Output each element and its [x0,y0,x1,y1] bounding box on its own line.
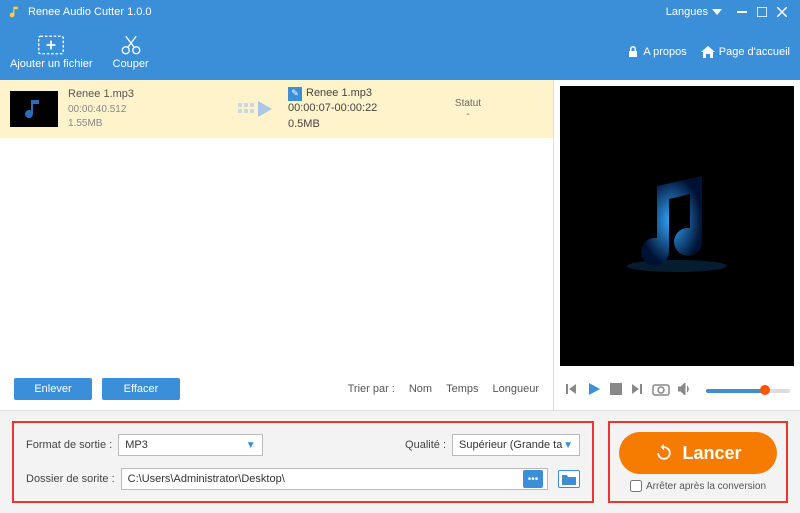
sort-time[interactable]: Temps [446,383,478,395]
status-header: Statut [438,98,498,109]
chevron-down-icon: ▼ [246,440,256,451]
bottom-panel: Format de sortie : MP3▼ Qualité : Supéri… [0,410,800,513]
clear-button[interactable]: Effacer [102,378,180,400]
sort-name[interactable]: Nom [409,383,432,395]
refresh-icon [654,443,674,463]
maximize-button[interactable] [752,2,772,22]
snapshot-button[interactable] [652,382,670,401]
preview-area [560,86,794,366]
file-thumbnail [10,91,58,127]
home-link[interactable]: Page d'accueil [701,46,790,58]
arrow-icon [228,99,288,119]
chevron-down-icon [712,9,722,15]
output-range: 00:00:07-00:00:22 [288,101,438,116]
list-footer: Enlever Effacer Trier par : Nom Temps Lo… [0,368,553,410]
status-value: - [438,109,498,120]
home-icon [701,46,715,58]
stop-button[interactable] [610,382,622,400]
preview-pane [554,80,800,410]
stop-after-checkbox[interactable]: Arrêter après la conversion [630,480,766,492]
edit-icon[interactable]: ✎ [288,87,302,101]
volume-slider[interactable] [706,389,790,393]
file-list: Renee 1.mp3 00:00:40.512 1.55MB ✎ Renee … [0,80,553,368]
app-title: Renee Audio Cutter 1.0.0 [28,6,152,18]
chevron-down-icon: ▼ [563,440,573,451]
source-size: 1.55MB [68,117,228,131]
output-file-name: Renee 1.mp3 [306,86,372,101]
about-link[interactable]: A propos [627,46,686,58]
format-label: Format de sortie : [26,439,112,451]
source-file-name: Renee 1.mp3 [68,87,228,102]
quality-label: Qualité : [405,439,446,451]
titlebar: Renee Audio Cutter 1.0.0 Langues [0,0,800,24]
lock-icon [627,46,639,58]
sort-by-label: Trier par : [348,383,395,395]
volume-icon[interactable] [678,382,692,400]
file-row[interactable]: Renee 1.mp3 00:00:40.512 1.55MB ✎ Renee … [0,80,553,138]
more-button[interactable]: ••• [523,470,543,488]
file-list-pane: Renee 1.mp3 00:00:40.512 1.55MB ✎ Renee … [0,80,554,410]
output-size: 0.5MB [288,117,438,132]
toolbar: Ajouter un fichier Couper A propos Page … [0,24,800,80]
format-select[interactable]: MP3▼ [118,434,262,456]
sort-length[interactable]: Longueur [493,383,540,395]
folder-icon [562,474,576,485]
cut-button[interactable]: Couper [113,34,149,70]
minimize-button[interactable] [732,2,752,22]
launch-button[interactable]: Lancer [619,432,777,474]
output-settings: Format de sortie : MP3▼ Qualité : Supéri… [12,421,594,503]
close-button[interactable] [772,2,792,22]
add-file-button[interactable]: Ajouter un fichier [10,34,93,70]
prev-button[interactable] [564,382,578,401]
player-controls [554,372,800,410]
play-button[interactable] [586,381,602,402]
launch-panel: Lancer Arrêter après la conversion [608,421,788,503]
source-duration: 00:00:40.512 [68,103,228,117]
quality-select[interactable]: Supérieur (Grande ta▼ [452,434,580,456]
folder-label: Dossier de sorite : [26,473,115,485]
app-logo-icon [8,5,22,19]
language-dropdown[interactable]: Langues [666,6,722,18]
next-button[interactable] [630,382,644,401]
remove-button[interactable]: Enlever [14,378,92,400]
output-folder-input[interactable]: C:\Users\Administrator\Desktop\ ••• [121,468,548,490]
browse-folder-button[interactable] [558,470,580,488]
